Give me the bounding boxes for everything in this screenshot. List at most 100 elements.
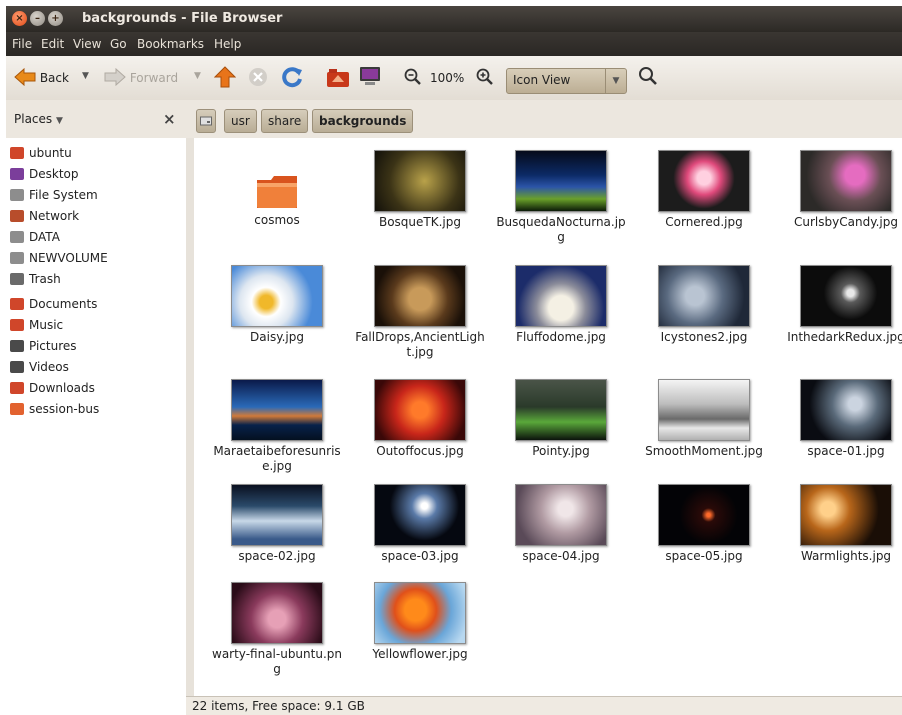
file-item-fluffodome-jpg[interactable]: Fluffodome.jpg [490, 265, 632, 345]
file-item-space-02-jpg[interactable]: space-02.jpg [206, 484, 348, 564]
sidebar-item-network[interactable]: Network [10, 209, 79, 228]
file-name-label: space-02.jpg [238, 549, 316, 563]
sidebar-item-session-bus[interactable]: session-bus [10, 402, 99, 421]
image-thumbnail [515, 484, 607, 546]
sidebar-item-documents[interactable]: Documents [10, 297, 97, 316]
stop-button[interactable] [248, 67, 268, 90]
places-header[interactable]: Places ▼ [14, 112, 63, 126]
file-name-label: Yellowflower.jpg [372, 647, 468, 661]
back-history-dropdown[interactable]: ▼ [82, 71, 89, 81]
sidebar-item-downloads[interactable]: Downloads [10, 381, 95, 400]
file-item-outoffocus-jpg[interactable]: Outoffocus.jpg [349, 379, 491, 459]
file-item-warty-final-ubuntu-png[interactable]: warty-final-ubuntu.png [206, 582, 348, 677]
back-arrow-icon [14, 67, 36, 87]
chevron-down-icon: ▼ [605, 69, 626, 93]
file-item-busquedanocturna-jpg[interactable]: BusquedaNocturna.jpg [490, 150, 632, 245]
file-item-cosmos[interactable]: cosmos [206, 150, 348, 228]
sidebar-item-file-system[interactable]: File System [10, 188, 98, 207]
menu-view[interactable]: View [73, 37, 101, 51]
file-item-warmlights-jpg[interactable]: Warmlights.jpg [775, 484, 902, 564]
sidebar-resize-handle[interactable] [186, 138, 194, 714]
back-button[interactable]: Back [14, 67, 69, 87]
file-icon-view: cosmos BosqueTK.jpg BusquedaNocturna.jpg Co… [194, 138, 902, 696]
file-item-maraetaibeforesunrise-jpg[interactable]: Maraetaibeforesunrise.jpg [206, 379, 348, 474]
sidebar-item-data[interactable]: DATA [10, 230, 60, 249]
image-thumbnail [231, 379, 323, 441]
file-item-yellowflower-jpg[interactable]: Yellowflower.jpg [349, 582, 491, 662]
breadcrumb-share[interactable]: share [261, 109, 309, 133]
file-item-icystones2-jpg[interactable]: Icystones2.jpg [633, 265, 775, 345]
sidebar-item-label: NEWVOLUME [29, 251, 108, 265]
forward-button[interactable]: Forward [104, 67, 178, 87]
file-name-label: Icystones2.jpg [660, 330, 748, 344]
close-sidebar-icon[interactable]: × [163, 110, 176, 128]
breadcrumb-backgrounds[interactable]: backgrounds [312, 109, 414, 133]
file-item-space-04-jpg[interactable]: space-04.jpg [490, 484, 632, 564]
maximize-window-button[interactable]: + [48, 11, 63, 26]
sidebar-item-label: Network [29, 209, 80, 223]
menu-file[interactable]: File [12, 37, 32, 51]
ubuntu-icon [10, 147, 24, 159]
file-name-label: space-05.jpg [665, 549, 743, 563]
sidebar-item-label: File System [29, 188, 98, 202]
menu-help[interactable]: Help [214, 37, 241, 51]
close-window-button[interactable]: × [12, 11, 27, 26]
sidebar-item-desktop[interactable]: Desktop [10, 167, 79, 186]
image-thumbnail [231, 484, 323, 546]
view-mode-select[interactable]: Icon View ▼ [506, 68, 627, 94]
data-icon [10, 231, 24, 243]
forward-history-dropdown[interactable]: ▼ [194, 71, 201, 81]
documents-icon [10, 298, 24, 310]
file-name-label: Warmlights.jpg [800, 549, 892, 563]
pictures-icon [10, 340, 24, 352]
file-item-bosquetk-jpg[interactable]: BosqueTK.jpg [349, 150, 491, 230]
file-item-daisy-jpg[interactable]: Daisy.jpg [206, 265, 348, 345]
file-item-inthedarkredux-jpg[interactable]: InthedarkRedux.jpg [775, 265, 902, 345]
image-thumbnail [658, 265, 750, 327]
file-name-label: Daisy.jpg [250, 330, 304, 344]
file-name-label: BosqueTK.jpg [378, 215, 461, 229]
file-name-label: Cornered.jpg [665, 215, 743, 229]
image-thumbnail [374, 484, 466, 546]
status-text: 22 items, Free space: 9.1 GB [192, 699, 365, 713]
zoom-in-button[interactable] [476, 68, 494, 89]
sidebar-item-label: Documents [29, 297, 98, 311]
image-thumbnail [800, 150, 892, 212]
home-button[interactable] [326, 66, 350, 91]
file-item-cornered-jpg[interactable]: Cornered.jpg [633, 150, 775, 230]
minimize-window-button[interactable]: – [30, 11, 45, 26]
image-thumbnail [800, 484, 892, 546]
menu-go[interactable]: Go [110, 37, 127, 51]
menu-bookmarks[interactable]: Bookmarks [137, 37, 204, 51]
sidebar-item-label: Videos [29, 360, 69, 374]
file-item-space-03-jpg[interactable]: space-03.jpg [349, 484, 491, 564]
sidebar-item-trash[interactable]: Trash [10, 272, 61, 291]
sidebar-item-newvolume[interactable]: NEWVOLUME [10, 251, 108, 270]
search-button[interactable] [638, 66, 658, 89]
breadcrumb-usr[interactable]: usr [224, 109, 257, 133]
image-thumbnail [515, 379, 607, 441]
computer-button[interactable] [358, 66, 382, 91]
zoom-level[interactable]: 100% [430, 71, 464, 85]
up-button[interactable] [213, 66, 237, 91]
file-item-falldrops-ancientlight-jpg[interactable]: FallDrops,AncientLight.jpg [349, 265, 491, 360]
sidebar-item-ubuntu[interactable]: ubuntu [10, 146, 72, 165]
file-item-curlsbycandy-jpg[interactable]: CurlsbyCandy.jpg [775, 150, 902, 230]
breadcrumb-root[interactable] [196, 109, 216, 133]
file-item-space-01-jpg[interactable]: space-01.jpg [775, 379, 902, 459]
file-item-space-05-jpg[interactable]: space-05.jpg [633, 484, 775, 564]
file-item-pointy-jpg[interactable]: Pointy.jpg [490, 379, 632, 459]
file-name-label: SmoothMoment.jpg [645, 444, 763, 458]
sidebar-item-videos[interactable]: Videos [10, 360, 69, 379]
menu-edit[interactable]: Edit [41, 37, 64, 51]
sidebar-item-label: DATA [29, 230, 60, 244]
image-thumbnail [374, 150, 466, 212]
file-item-smoothmoment-jpg[interactable]: SmoothMoment.jpg [633, 379, 775, 459]
image-thumbnail [800, 379, 892, 441]
sidebar-item-music[interactable]: Music [10, 318, 63, 337]
reload-button[interactable] [281, 66, 303, 91]
zoom-out-button[interactable] [404, 68, 422, 89]
up-arrow-icon [213, 66, 237, 88]
sidebar-item-label: Music [29, 318, 64, 332]
sidebar-item-pictures[interactable]: Pictures [10, 339, 77, 358]
